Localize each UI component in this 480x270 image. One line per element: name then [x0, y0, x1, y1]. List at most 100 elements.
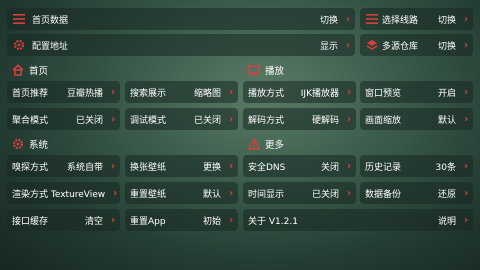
aggregate-mode-label: 聚合模式: [12, 115, 49, 126]
home-recommend-label: 首页推荐: [12, 88, 49, 99]
reset-wallpaper-label: 重置壁纸: [130, 189, 167, 200]
chevron-right-icon: ›: [463, 160, 469, 172]
search-display-value: 缩略图: [193, 88, 221, 99]
chevron-right-icon: ›: [345, 39, 351, 51]
home-recommend-value: 豆瓣热播: [66, 88, 103, 99]
chevron-right-icon: ›: [110, 113, 116, 125]
chevron-right-icon: ›: [346, 113, 352, 125]
play-mode-row[interactable]: 播放方式 IJK播放器 ›: [243, 81, 356, 103]
multi-repo-value: 切换: [437, 41, 456, 52]
debug-mode-label: 调试模式: [130, 115, 167, 126]
chevron-right-icon: ›: [110, 86, 116, 98]
sniff-mode-value: 系统自带: [66, 162, 103, 173]
select-line-label: 选择线路: [382, 15, 419, 26]
chevron-right-icon: ›: [228, 187, 234, 199]
render-mode-label: 渲染方式 TextureView: [12, 189, 106, 200]
secure-dns-row[interactable]: 安全DNS 关闭 ›: [243, 155, 356, 177]
section-play-title: 播放: [265, 66, 285, 77]
chevron-right-icon: ›: [463, 214, 469, 226]
aggregate-mode-row[interactable]: 聚合模式 已关闭 ›: [7, 108, 120, 130]
reset-wallpaper-value: 默认: [202, 189, 221, 200]
select-line-value: 切换: [437, 15, 456, 26]
history-value: 30条: [435, 162, 456, 173]
home-icon: [10, 64, 26, 76]
change-wallpaper-label: 换张壁纸: [130, 162, 167, 173]
change-wallpaper-row[interactable]: 换张壁纸 更换 ›: [125, 155, 238, 177]
data-backup-value: 还原: [437, 189, 456, 200]
list-icon: [11, 13, 27, 25]
config-url-row[interactable]: 配置地址 显示 ›: [7, 34, 355, 56]
section-more-header: 更多: [246, 137, 284, 151]
section-more-title: 更多: [265, 140, 285, 151]
home-data-row[interactable]: 首页数据 切换 ›: [7, 8, 355, 30]
time-display-value: 已关闭: [311, 189, 339, 200]
home-recommend-row[interactable]: 首页推荐 豆瓣热播 ›: [7, 81, 120, 103]
chevron-right-icon: ›: [463, 39, 469, 51]
chevron-right-icon: ›: [463, 86, 469, 98]
chevron-right-icon: ›: [228, 113, 234, 125]
tv-icon: [246, 64, 262, 76]
api-cache-label: 接口缓存: [12, 216, 49, 227]
multi-repo-row[interactable]: 多源仓库 切换 ›: [360, 34, 473, 56]
window-preview-value: 开启: [437, 88, 456, 99]
section-home-header: 首页: [10, 63, 48, 77]
chevron-right-icon: ›: [228, 160, 234, 172]
chevron-right-icon: ›: [228, 214, 234, 226]
about-row[interactable]: 关于 V1.2.1 说明 ›: [243, 209, 473, 231]
chevron-right-icon: ›: [346, 160, 352, 172]
reset-app-row[interactable]: 重置App 初始 ›: [125, 209, 238, 231]
config-url-label: 配置地址: [32, 41, 69, 52]
data-backup-row[interactable]: 数据备份 还原 ›: [360, 182, 473, 204]
time-display-row[interactable]: 时间显示 已关闭 ›: [243, 182, 356, 204]
chevron-right-icon: ›: [346, 86, 352, 98]
gear-icon: [11, 39, 27, 51]
aggregate-mode-value: 已关闭: [75, 115, 103, 126]
home-data-label: 首页数据: [32, 15, 69, 26]
search-display-label: 搜索展示: [130, 88, 167, 99]
chevron-right-icon: ›: [110, 160, 116, 172]
play-mode-label: 播放方式: [248, 88, 285, 99]
decode-mode-row[interactable]: 解码方式 硬解码 ›: [243, 108, 356, 130]
decode-mode-label: 解码方式: [248, 115, 285, 126]
chevron-right-icon: ›: [463, 187, 469, 199]
time-display-label: 时间显示: [248, 189, 285, 200]
change-wallpaper-value: 更换: [202, 162, 221, 173]
window-preview-row[interactable]: 窗口预览 开启 ›: [360, 81, 473, 103]
scale-mode-value: 默认: [437, 115, 456, 126]
chevron-right-icon: ›: [110, 214, 116, 226]
chevron-right-icon: ›: [346, 187, 352, 199]
debug-mode-value: 已关闭: [193, 115, 221, 126]
layers-icon: [364, 39, 380, 51]
render-mode-row[interactable]: 渲染方式 TextureView ›: [7, 182, 120, 204]
config-url-value: 显示: [319, 41, 338, 52]
chevron-right-icon: ›: [463, 13, 469, 25]
scale-mode-label: 画面缩放: [365, 115, 402, 126]
window-preview-label: 窗口预览: [365, 88, 402, 99]
reset-wallpaper-row[interactable]: 重置壁纸 默认 ›: [125, 182, 238, 204]
api-cache-row[interactable]: 接口缓存 清空 ›: [7, 209, 120, 231]
secure-dns-label: 安全DNS: [248, 162, 286, 173]
secure-dns-value: 关闭: [320, 162, 339, 173]
scale-mode-row[interactable]: 画面缩放 默认 ›: [360, 108, 473, 130]
section-home-title: 首页: [29, 66, 49, 77]
chevron-right-icon: ›: [228, 86, 234, 98]
select-line-row[interactable]: 选择线路 切换 ›: [360, 8, 473, 30]
reset-app-value: 初始: [202, 216, 221, 227]
reset-app-label: 重置App: [130, 216, 166, 227]
sniff-mode-label: 嗅探方式: [12, 162, 49, 173]
debug-mode-row[interactable]: 调试模式 已关闭 ›: [125, 108, 238, 130]
chevron-right-icon: ›: [113, 187, 118, 199]
warning-icon: [246, 138, 262, 150]
list-icon: [364, 13, 380, 25]
about-label: 关于 V1.2.1: [248, 216, 298, 227]
history-row[interactable]: 历史记录 30条 ›: [360, 155, 473, 177]
history-label: 历史记录: [365, 162, 402, 173]
sniff-mode-row[interactable]: 嗅探方式 系统自带 ›: [7, 155, 120, 177]
gear-icon: [10, 138, 26, 150]
play-mode-value: IJK播放器: [300, 88, 339, 99]
search-display-row[interactable]: 搜索展示 缩略图 ›: [125, 81, 238, 103]
api-cache-value: 清空: [84, 216, 103, 227]
multi-repo-label: 多源仓库: [382, 41, 419, 52]
section-system-header: 系统: [10, 137, 48, 151]
chevron-right-icon: ›: [345, 13, 351, 25]
